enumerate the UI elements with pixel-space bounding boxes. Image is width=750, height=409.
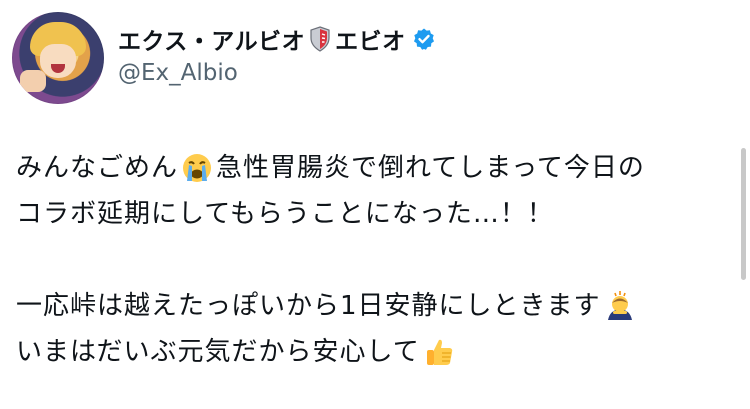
tweet-line-2: コラボ延期にしてもらうことになった…！！ (16, 191, 736, 237)
user-handle[interactable]: @Ex_Albio (118, 60, 238, 86)
display-name-text: エクス・アルビオ (118, 29, 306, 55)
tweet-text-segment: いまはだいぶ元気だから安心して (16, 337, 420, 367)
tweet-text-segment: コラボ延期にしてもらうことになった…！！ (16, 199, 554, 229)
scrollbar[interactable] (741, 148, 746, 280)
display-name[interactable]: エクス・アルビオ エビオ (118, 22, 436, 56)
tweet-text-segment: 急性胃腸炎で倒れてしまって今日の (216, 153, 645, 183)
paragraph-break (16, 237, 736, 283)
verified-badge-icon (413, 28, 434, 50)
tweet-text-segment: 一応峠は越えたっぽいから1日安静にしときます (16, 291, 601, 321)
person-bowing-icon (607, 291, 632, 320)
tweet-text: みんなごめん 急性胃腸炎で倒れてしまって今日の コラボ延期にしてもらうことになっ… (16, 145, 736, 375)
avatar[interactable] (12, 12, 104, 104)
tweet-line-1: みんなごめん 急性胃腸炎で倒れてしまって今日の (16, 145, 736, 191)
tweet-line-4: いまはだいぶ元気だから安心して (16, 329, 736, 375)
thumbs-up-icon (426, 339, 452, 365)
crying-face-icon (183, 154, 212, 182)
avatar-fist (20, 70, 46, 92)
tweet-text-segment: みんなごめん (16, 153, 179, 183)
shield-icon (310, 26, 330, 52)
display-name-suffix: エビオ (335, 29, 406, 55)
tweet-line-3: 一応峠は越えたっぽいから1日安静にしときます (16, 283, 736, 329)
